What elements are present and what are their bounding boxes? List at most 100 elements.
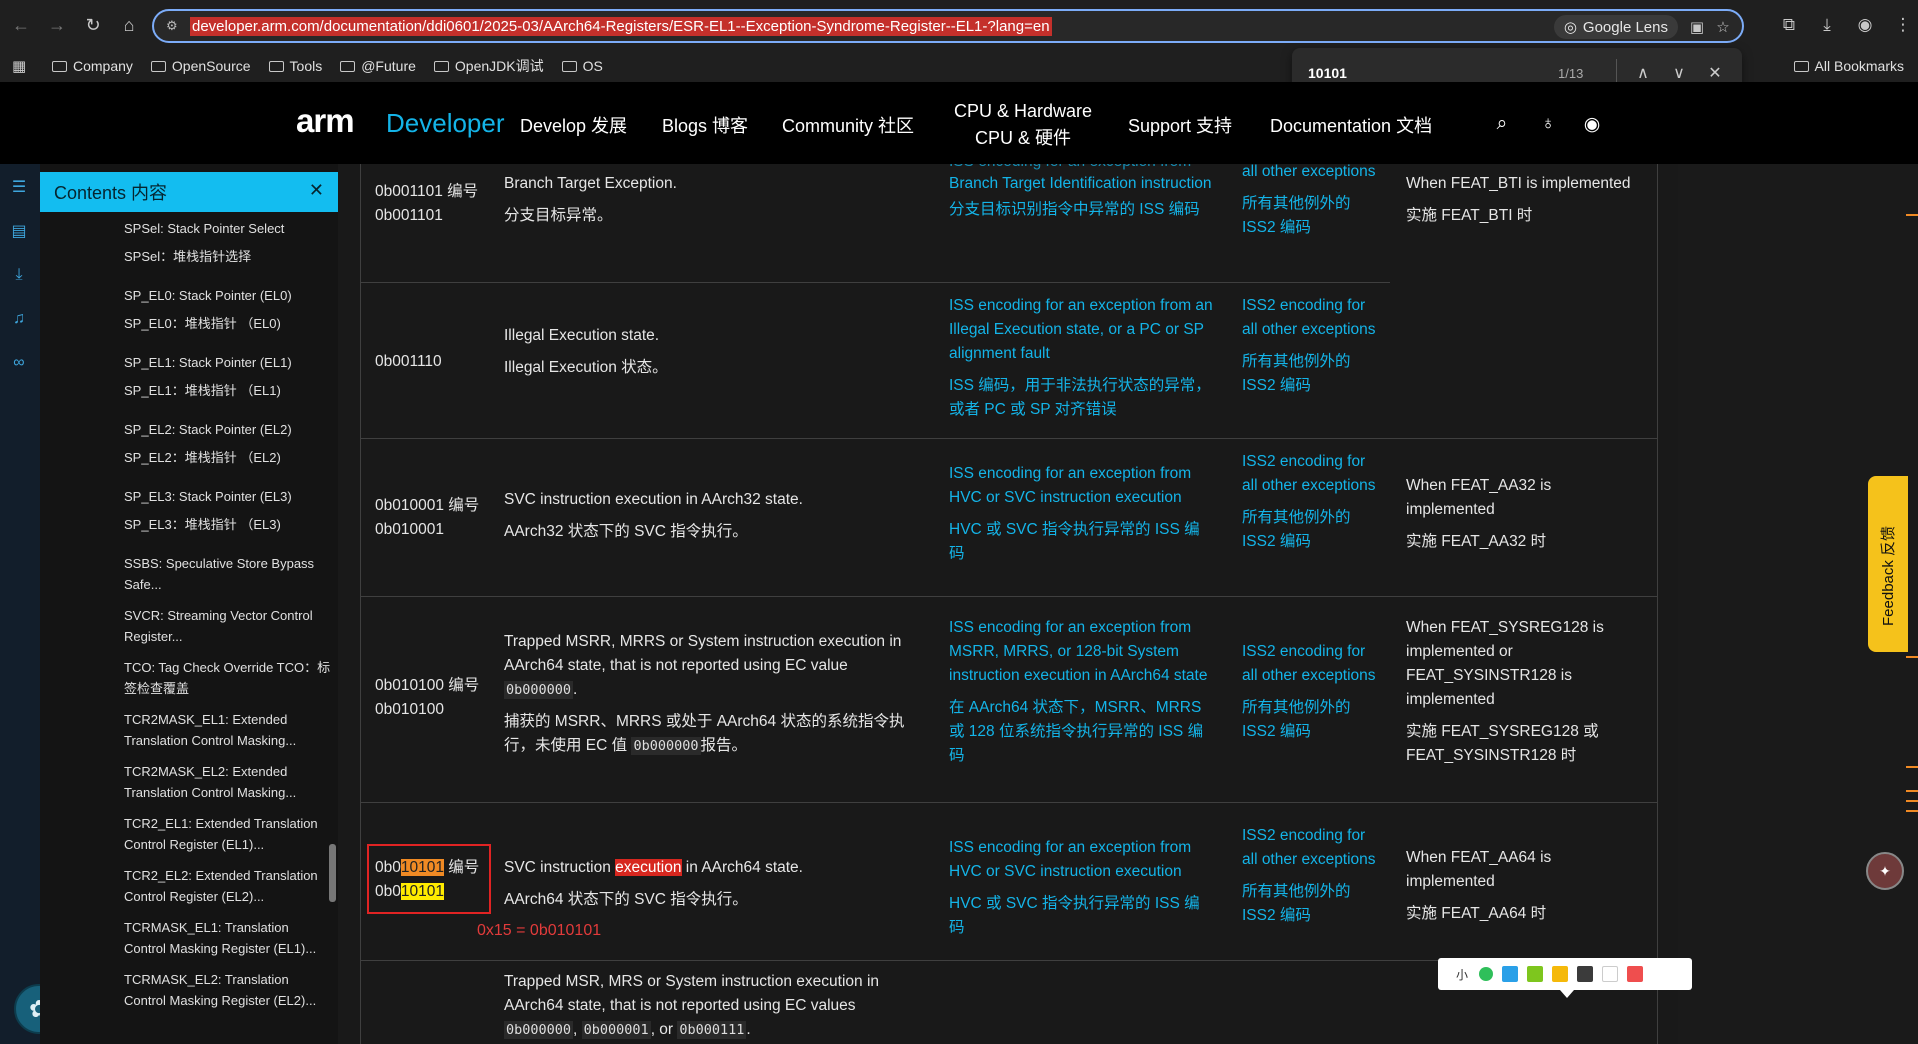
nav-develop[interactable]: Develop 发展 bbox=[520, 112, 627, 138]
find-close-icon[interactable]: ✕ bbox=[1697, 63, 1733, 83]
bookmark-opensource[interactable]: OpenSource bbox=[150, 58, 251, 74]
iss2-link-en[interactable]: ISS2 encoding for all other exceptions bbox=[1242, 294, 1382, 342]
color-swatch-green[interactable] bbox=[1479, 967, 1493, 981]
bookmark-tools[interactable]: Tools bbox=[268, 58, 322, 74]
translate-icon[interactable]: ▣ bbox=[1686, 16, 1708, 38]
search-icon[interactable]: ⌕ bbox=[1490, 112, 1514, 136]
annotation-text: 0x15 = 0b010101 bbox=[477, 922, 602, 939]
home-icon[interactable]: ⌂ bbox=[114, 10, 144, 40]
toc-item-tcr2-el1[interactable]: TCR2_EL1: Extended Translation Control R… bbox=[124, 813, 334, 855]
toc-item-sp-el2[interactable]: SP_EL2: Stack Pointer (EL2) SP_EL2：堆栈指针 （… bbox=[124, 419, 334, 468]
find-input[interactable]: 10101 bbox=[1308, 65, 1558, 81]
iss-link-en[interactable]: ISS encoding for an exception from HVC o… bbox=[949, 462, 1214, 510]
iss2-link-zh[interactable]: 所有其他例外的 ISS2 编码 bbox=[1242, 696, 1382, 744]
iss-link-en[interactable]: Branch Target Identification instruction bbox=[949, 172, 1214, 196]
contents-scrollbar[interactable] bbox=[329, 844, 336, 902]
iss2-link-zh[interactable]: 所有其他例外的 ISS2 编码 bbox=[1242, 880, 1382, 928]
iss2-cell: ISS2 encoding for all other exceptions 所… bbox=[1242, 450, 1382, 562]
nav-blogs[interactable]: Blogs 博客 bbox=[662, 112, 748, 138]
link-icon[interactable]: ∞ bbox=[8, 352, 30, 374]
nav-community[interactable]: Community 社区 bbox=[782, 112, 914, 138]
google-lens-button[interactable]: ◎ Google Lens bbox=[1553, 15, 1678, 39]
menu-icon[interactable]: ⋮ bbox=[1888, 10, 1918, 40]
profile-icon[interactable]: ◉ bbox=[1850, 10, 1880, 40]
download-icon[interactable]: ⤓ bbox=[1812, 10, 1842, 40]
iss-link-en[interactable]: ISS encoding for an exception from HVC o… bbox=[949, 836, 1214, 884]
toc-item-sp-el1[interactable]: SP_EL1: Stack Pointer (EL1) SP_EL1：堆栈指针 （… bbox=[124, 352, 334, 401]
site-info-icon[interactable]: ⚙ bbox=[166, 18, 182, 34]
feedback-label: Feedback 反馈 bbox=[1880, 525, 1897, 626]
color-swatch[interactable] bbox=[1502, 966, 1518, 982]
toc-item-ssbs[interactable]: SSBS: Speculative Store Bypass Safe... bbox=[124, 553, 334, 595]
feedback-tab[interactable]: Feedback 反馈 bbox=[1868, 476, 1908, 652]
download-doc-icon[interactable]: ⤓ bbox=[8, 264, 30, 286]
iss-link-zh[interactable]: 在 AArch64 状态下，MSRR、MRRS 或 128 位系统指令执行异常的… bbox=[949, 696, 1214, 768]
iss2-link-zh[interactable]: 所有其他例外的 ISS2 编码 bbox=[1242, 192, 1382, 240]
iss2-link-en[interactable]: ISS2 encoding for all other exceptions bbox=[1242, 824, 1382, 872]
toc-item-spsel[interactable]: SPSel: Stack Pointer Select SPSel：堆栈指针选择 bbox=[124, 218, 334, 267]
developer-logo[interactable]: Developer bbox=[386, 108, 505, 139]
iss-link-en[interactable]: ISS encoding for an exception from MSRR,… bbox=[949, 616, 1214, 688]
find-prev-icon[interactable]: ∧ bbox=[1625, 63, 1661, 83]
document-icon[interactable]: ▤ bbox=[8, 220, 30, 242]
lens-label: Google Lens bbox=[1582, 18, 1668, 36]
iss2-link-en[interactable]: ISS2 encoding for all other exceptions bbox=[1242, 640, 1382, 688]
address-bar[interactable]: ⚙ developer.arm.com/documentation/ddi060… bbox=[152, 9, 1744, 43]
toc-item-svcr[interactable]: SVCR: Streaming Vector Control Register.… bbox=[124, 605, 334, 647]
color-swatch[interactable] bbox=[1627, 966, 1643, 982]
arm-logo[interactable]: arm bbox=[296, 102, 355, 140]
iss-link-en[interactable]: ISS encoding for an exception from an Il… bbox=[949, 294, 1214, 366]
iss-link-zh[interactable]: ISS 编码，用于非法执行状态的异常，或者 PC 或 SP 对齐错误 bbox=[949, 374, 1214, 422]
toc-item-sp-el3[interactable]: SP_EL3: Stack Pointer (EL3) SP_EL3：堆栈指针 （… bbox=[124, 486, 334, 535]
folder-icon bbox=[433, 60, 449, 72]
back-icon[interactable]: ← bbox=[6, 10, 36, 40]
url-text[interactable]: developer.arm.com/documentation/ddi0601/… bbox=[190, 16, 1052, 36]
iss-link-zh[interactable]: 分支目标识别指令中异常的 ISS 编码 bbox=[949, 198, 1214, 222]
contents-list-icon[interactable]: ☰ bbox=[8, 176, 30, 198]
iss2-link-en[interactable]: ISS2 encoding for all other exceptions bbox=[1242, 450, 1382, 498]
nav-cpu-hardware[interactable]: CPU & Hardware CPU & 硬件 bbox=[954, 98, 1092, 152]
browser-toolbar: ← → ↻ ⌂ ⚙ developer.arm.com/documentatio… bbox=[0, 0, 1918, 50]
bookmark-future[interactable]: @Future bbox=[340, 58, 416, 74]
notification-bell-icon[interactable]: ♫ bbox=[8, 308, 30, 330]
color-swatch[interactable] bbox=[1527, 966, 1543, 982]
desc-en: Trapped MSRR, MRRS or System instruction… bbox=[504, 633, 902, 699]
close-icon[interactable]: ✕ bbox=[309, 180, 324, 201]
nav-documentation[interactable]: Documentation 文档 bbox=[1270, 112, 1432, 138]
color-swatch[interactable] bbox=[1577, 966, 1593, 982]
lightbulb-icon[interactable]: ♁ bbox=[1536, 112, 1560, 136]
bookmark-openjdk[interactable]: OpenJDK调试 bbox=[433, 56, 544, 76]
color-swatch[interactable] bbox=[1602, 966, 1618, 982]
all-bookmarks[interactable]: All Bookmarks bbox=[1793, 58, 1904, 74]
toc-item-tco[interactable]: TCO: Tag Check Override TCO：标签检查覆盖 bbox=[124, 657, 334, 699]
cond-cell: When FEAT_AA64 is implemented 实施 FEAT_AA… bbox=[1406, 846, 1638, 934]
color-swatch[interactable] bbox=[1552, 966, 1568, 982]
iss-link-zh[interactable]: HVC 或 SVC 指令执行异常的 ISS 编码 bbox=[949, 892, 1214, 940]
assistant-avatar-icon[interactable]: ✦ bbox=[1866, 852, 1904, 890]
nav-support[interactable]: Support 支持 bbox=[1128, 112, 1232, 138]
bookmark-star-icon[interactable]: ☆ bbox=[1712, 16, 1734, 38]
find-match: 10101 bbox=[400, 883, 444, 900]
iss2-link-en[interactable]: all other exceptions bbox=[1242, 164, 1382, 184]
cond-zh: 实施 FEAT_SYSREG128 或 FEAT_SYSINSTR128 时 bbox=[1406, 723, 1599, 764]
extensions-icon[interactable]: ⧉ bbox=[1774, 10, 1804, 40]
account-icon[interactable]: ◉ bbox=[1580, 112, 1604, 136]
toc-item-tcr2-el2[interactable]: TCR2_EL2: Extended Translation Control R… bbox=[124, 865, 334, 907]
bookmark-company[interactable]: Company bbox=[52, 58, 133, 74]
iss2-link-zh[interactable]: 所有其他例外的 ISS2 编码 bbox=[1242, 506, 1382, 554]
forward-icon[interactable]: → bbox=[42, 10, 72, 40]
iss2-link-zh[interactable]: 所有其他例外的 ISS2 编码 bbox=[1242, 350, 1382, 398]
iss-link-zh[interactable]: HVC 或 SVC 指令执行异常的 ISS 编码 bbox=[949, 518, 1214, 566]
size-label[interactable]: 小 bbox=[1456, 966, 1470, 983]
toc-item-tcrmask-el1[interactable]: TCRMASK_EL1: Translation Control Masking… bbox=[124, 917, 334, 959]
bookmark-os[interactable]: OS bbox=[561, 58, 603, 74]
find-next-icon[interactable]: ∨ bbox=[1661, 63, 1697, 83]
toc-item-tcrmask-el2[interactable]: TCRMASK_EL2: Translation Control Masking… bbox=[124, 969, 334, 1011]
toc-item-tcr2mask-el2[interactable]: TCR2MASK_EL2: Extended Translation Contr… bbox=[124, 761, 334, 803]
iss-cell: Branch Target Identification instruction… bbox=[949, 172, 1214, 230]
toc-item-tcr2mask-el1[interactable]: TCR2MASK_EL1: Extended Translation Contr… bbox=[124, 709, 334, 751]
folder-icon bbox=[268, 60, 284, 72]
reload-icon[interactable]: ↻ bbox=[78, 10, 108, 40]
apps-icon[interactable]: ▦ bbox=[12, 57, 34, 75]
toc-item-sp-el0[interactable]: SP_EL0: Stack Pointer (EL0) SP_EL0：堆栈指针 （… bbox=[124, 285, 334, 334]
